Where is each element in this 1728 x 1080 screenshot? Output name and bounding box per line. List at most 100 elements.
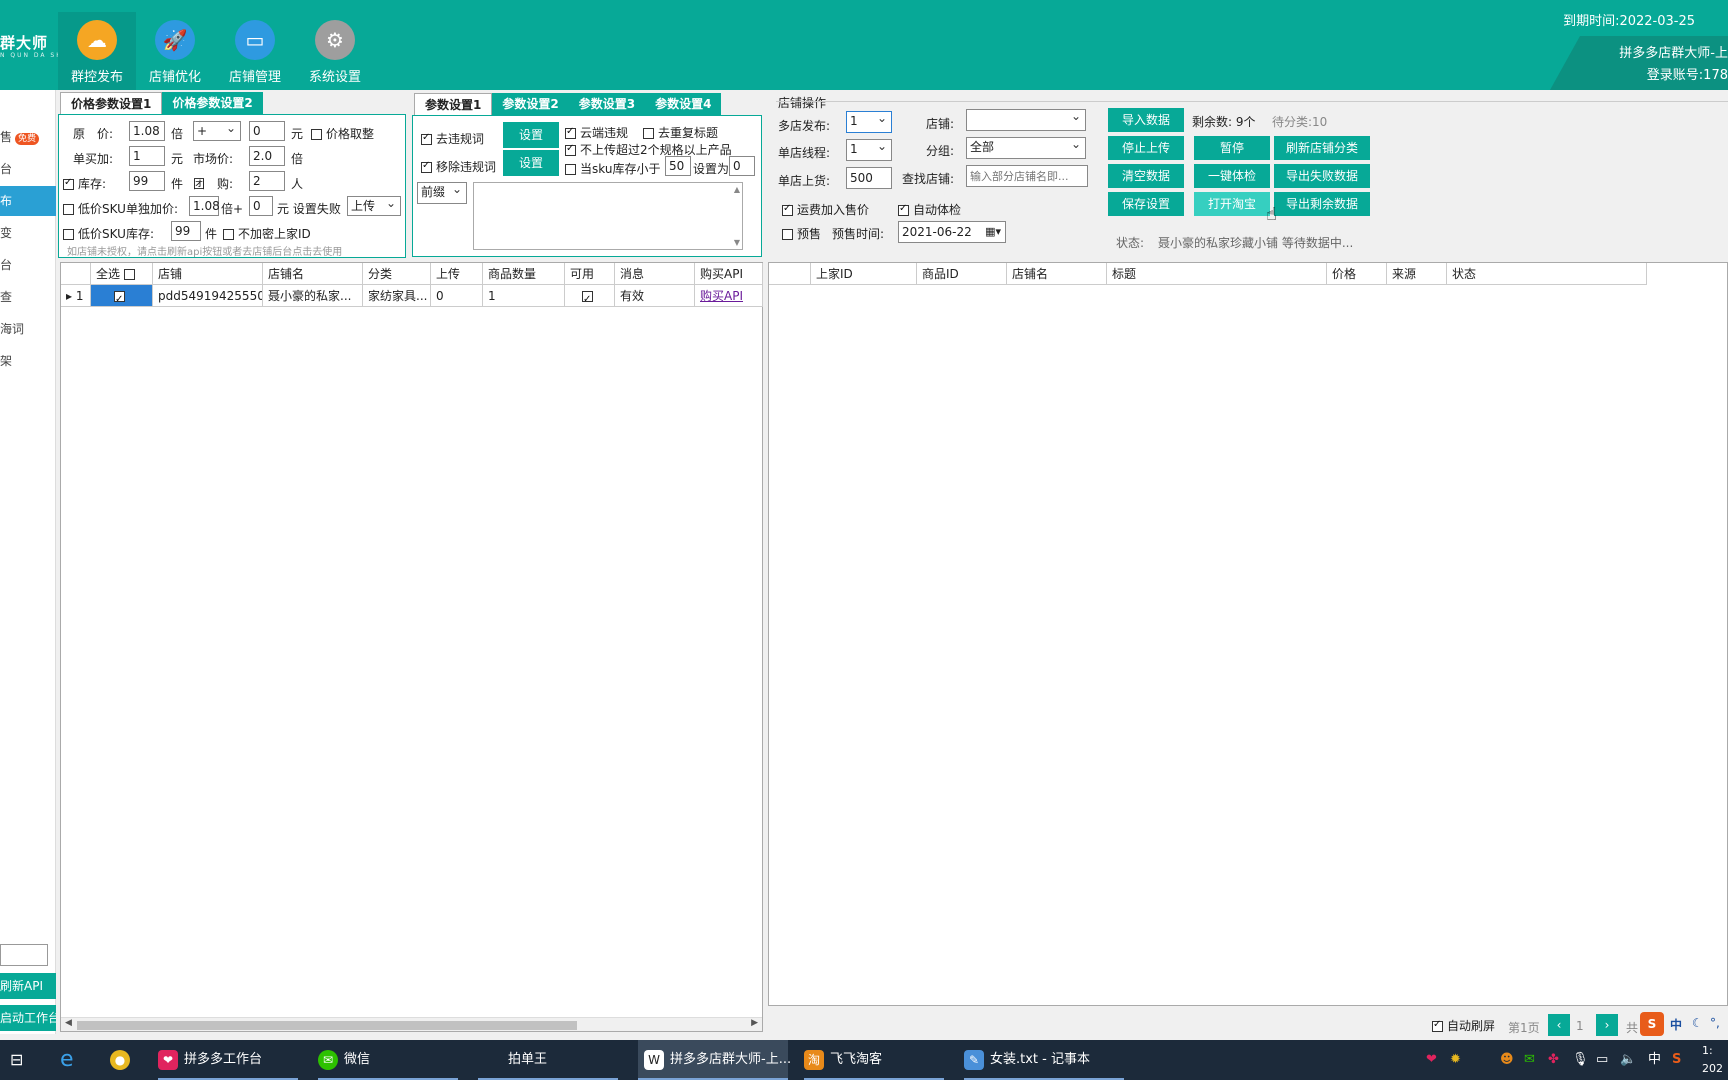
group-buy-input[interactable]: 2 (249, 171, 285, 191)
scroll-up-icon[interactable]: ▲ (734, 185, 740, 194)
stock-input[interactable]: 99 (129, 171, 165, 191)
tab-param-settings-1[interactable]: 参数设置1 (414, 93, 493, 115)
select-all-header[interactable]: 全选 (91, 263, 153, 284)
calendar-icon[interactable]: ▦▾ (985, 222, 1001, 242)
column-header[interactable]: 可用 (565, 263, 615, 284)
multi-publish-select[interactable]: 1 (846, 109, 892, 133)
column-header[interactable]: 商品ID (917, 263, 1007, 284)
scroll-down-icon[interactable]: ▼ (734, 238, 740, 247)
price-add-input[interactable]: 0 (249, 121, 285, 141)
prev-page-button[interactable]: ‹ (1548, 1014, 1570, 1036)
column-header[interactable]: 来源 (1387, 263, 1447, 284)
auto-refresh-checkbox[interactable]: 自动刷屏 (1432, 1017, 1495, 1034)
sku-set-value-input[interactable]: 0 (729, 156, 755, 176)
ie-browser-icon[interactable]: e (60, 1040, 74, 1080)
tray-person-icon[interactable]: ☻ (1500, 1040, 1514, 1080)
price-operator-select[interactable]: + (193, 119, 241, 141)
nav-group-publish[interactable]: ☁ 群控发布 (58, 12, 136, 90)
clear-data-button[interactable]: 清空数据 (1108, 164, 1184, 188)
task-view-icon[interactable]: ⊟ (10, 1040, 23, 1080)
fail-action-select[interactable]: 上传 (347, 194, 401, 216)
low-sku-add-input[interactable]: 0 (249, 196, 273, 216)
freight-add-checkbox[interactable]: 运费加入售价 (782, 201, 869, 218)
sidebar-item[interactable]: 查 (0, 282, 56, 312)
column-header[interactable]: 购买API (695, 263, 763, 284)
tab-price-settings-1[interactable]: 价格参数设置1 (60, 92, 163, 114)
tray-wechat-icon[interactable]: ✉ (1524, 1040, 1535, 1080)
scroll-left-icon[interactable]: ◀ (65, 1018, 72, 1028)
shop-select[interactable] (966, 107, 1086, 131)
single-thread-select[interactable]: 1 (846, 137, 892, 161)
column-header[interactable]: 状态 (1447, 263, 1647, 284)
tray-pdd-icon[interactable]: ❤ (1426, 1040, 1437, 1080)
next-page-button[interactable]: › (1596, 1014, 1618, 1036)
set-violation-button[interactable]: 设置 (503, 122, 559, 148)
tray-sogou-icon[interactable]: S (1672, 1040, 1681, 1080)
sidebar-item[interactable]: 海词 (0, 314, 56, 344)
horizontal-scrollbar[interactable]: ◀ ▶ (61, 1017, 762, 1031)
column-header[interactable]: 店铺名 (1007, 263, 1107, 284)
chrome-icon[interactable]: ● (110, 1040, 136, 1080)
taskbar-item-active[interactable]: W 拼多多店群大师-上... (638, 1040, 791, 1080)
column-header[interactable]: 价格 (1327, 263, 1387, 284)
auto-check-checkbox[interactable]: 自动体检 (898, 201, 961, 218)
nav-system-settings[interactable]: ⚙ 系统设置 (296, 20, 374, 85)
sidebar-item[interactable]: 售免费 (0, 122, 56, 152)
tab-param-settings-4[interactable]: 参数设置4 (645, 93, 722, 115)
original-price-input[interactable]: 1.08 (129, 121, 165, 141)
start-workbench-button[interactable]: 启动工作台 (0, 1005, 56, 1031)
stop-upload-button[interactable]: 停止上传 (1108, 136, 1184, 160)
export-fail-button[interactable]: 导出失败数据 (1274, 164, 1370, 188)
ime-mode-indicator[interactable]: 中 (1670, 1016, 1682, 1033)
checkbox-icon[interactable] (114, 289, 125, 306)
taskbar-item[interactable]: ✎ 女装.txt - 记事本 (964, 1040, 1124, 1080)
volume-icon[interactable]: 🔈 (1620, 1040, 1636, 1080)
low-sku-mult-input[interactable]: 1.08 (189, 196, 220, 216)
remove-dup-title-checkbox[interactable]: 去重复标题 (643, 124, 718, 141)
taskbar-item[interactable]: ✉ 微信 (318, 1040, 458, 1080)
stock-checkbox[interactable]: 库存: (63, 175, 106, 192)
tray-sun-icon[interactable]: ✹ (1450, 1040, 1461, 1080)
remove-violation-checkbox[interactable]: 去违规词 (421, 130, 484, 147)
microphone-icon[interactable]: 🎙 (1572, 1040, 1589, 1080)
network-icon[interactable]: ▭ (1596, 1040, 1608, 1080)
checkbox-icon[interactable] (123, 269, 135, 280)
prefix-textarea[interactable]: ▲ ▼ (473, 182, 743, 250)
tab-param-settings-3[interactable]: 参数设置3 (568, 93, 646, 115)
scrollbar-thumb[interactable] (77, 1021, 577, 1030)
no-encrypt-checkbox[interactable]: 不加密上家ID (223, 225, 311, 242)
presale-checkbox[interactable]: 预售 (782, 225, 821, 242)
buy-api-cell[interactable]: 购买API (695, 285, 763, 306)
sidebar-item[interactable]: 变 (0, 218, 56, 248)
set-violation-words-button[interactable]: 设置 (503, 150, 559, 176)
group-select[interactable]: 全部 (966, 135, 1086, 159)
low-sku-stock-checkbox[interactable]: 低价SKU库存: (63, 225, 154, 242)
tab-price-settings-2[interactable]: 价格参数设置2 (162, 92, 263, 114)
no-upload-over2-checkbox[interactable]: 不上传超过2个规格以上产品 (565, 141, 732, 158)
scroll-right-icon[interactable]: ▶ (751, 1018, 758, 1028)
column-header[interactable]: 上传 (431, 263, 483, 284)
buy-add-input[interactable]: 1 (129, 146, 165, 166)
nav-shop-manage[interactable]: ▭ 店铺管理 (216, 20, 294, 85)
cloud-violation-checkbox[interactable]: 云端违规 (565, 124, 628, 141)
row-select-cell[interactable] (91, 285, 153, 306)
nav-shop-optimize[interactable]: 🚀 店铺优化 (136, 20, 214, 85)
sidebar-item[interactable]: 架 (0, 346, 56, 376)
clock-time[interactable]: 1: (1702, 1042, 1713, 1060)
tray-paw-icon[interactable]: ✤ (1548, 1040, 1559, 1080)
prefix-select[interactable]: 前缀 (417, 180, 467, 204)
sidebar-item[interactable]: 台 (0, 250, 56, 280)
export-remaining-button[interactable]: 导出剩余数据 (1274, 192, 1370, 216)
low-sku-add-checkbox[interactable]: 低价SKU单独加价: (63, 200, 178, 217)
buy-api-link[interactable]: 购买API (700, 289, 743, 303)
taskbar-item[interactable]: ❤ 拼多多工作台 (158, 1040, 298, 1080)
column-header[interactable]: 店铺名 (263, 263, 363, 284)
refresh-category-button[interactable]: 刷新店铺分类 (1274, 136, 1370, 160)
clock-date[interactable]: 202 (1702, 1060, 1723, 1078)
sidebar-item-active[interactable]: 布 (0, 186, 56, 216)
open-taobao-button[interactable]: 打开淘宝 (1194, 192, 1270, 216)
tab-param-settings-2[interactable]: 参数设置2 (492, 93, 569, 115)
pause-button[interactable]: 暂停 (1194, 136, 1270, 160)
round-price-checkbox[interactable]: 价格取整 (311, 125, 374, 142)
find-shop-input[interactable] (966, 165, 1088, 187)
